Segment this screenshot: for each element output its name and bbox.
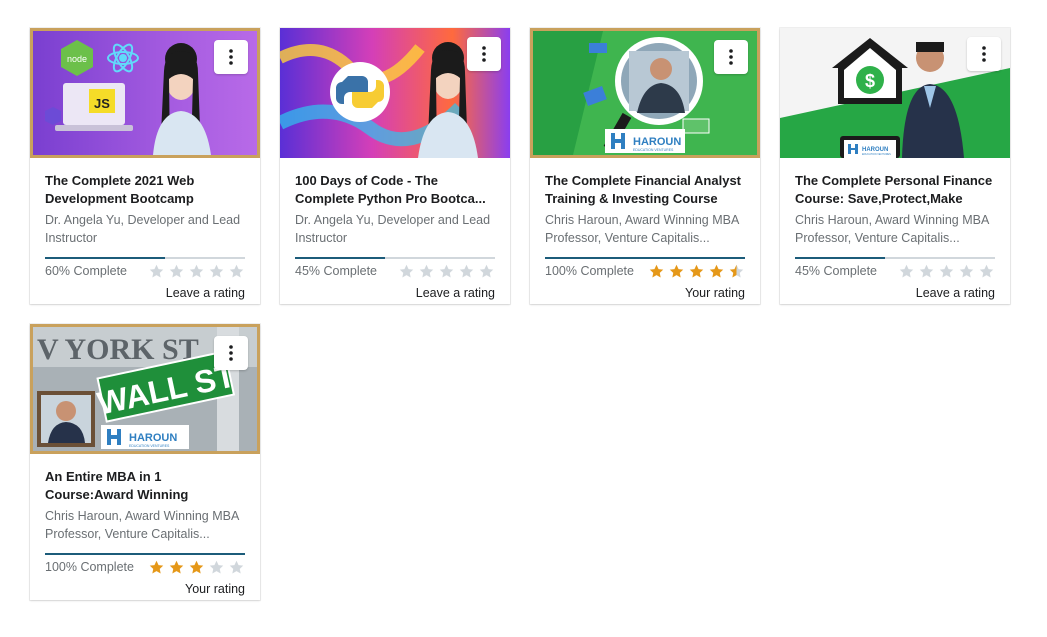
course-instructor: Dr. Angela Yu, Developer and Lead Instru… <box>45 213 241 245</box>
star-icon[interactable] <box>168 263 185 280</box>
progress-bar <box>295 257 495 259</box>
thumb-brand-subtext: EDUCATION VENTURES <box>129 444 170 448</box>
course-card[interactable]: 100 Days of Code - The Complete Python P… <box>280 28 510 304</box>
course-thumbnail[interactable]: $ HAROUN EDUCATION VENTURES <box>780 28 1010 158</box>
progress-bar-fill <box>45 257 165 259</box>
course-title[interactable]: The Complete Financial Analyst Training … <box>545 172 745 208</box>
more-options-button[interactable] <box>467 37 501 71</box>
star-icon[interactable] <box>228 263 245 280</box>
more-vertical-icon <box>729 49 733 65</box>
star-icon[interactable] <box>478 263 495 280</box>
progress-bar <box>795 257 995 259</box>
more-options-button[interactable] <box>967 37 1001 71</box>
star-icon[interactable] <box>188 263 205 280</box>
rating-link[interactable]: Your rating <box>545 286 745 300</box>
more-options-button[interactable] <box>214 336 248 370</box>
star-rating[interactable] <box>148 263 245 280</box>
more-options-button[interactable] <box>714 40 748 74</box>
star-rating[interactable] <box>148 559 245 576</box>
star-icon[interactable] <box>208 263 225 280</box>
star-icon[interactable] <box>208 559 225 576</box>
progress-label: 60% Complete <box>45 264 127 278</box>
thumb-background-street-text: V YORK ST <box>37 333 199 366</box>
star-icon[interactable] <box>688 263 705 280</box>
star-icon[interactable] <box>708 263 725 280</box>
star-icon[interactable] <box>648 263 665 280</box>
star-icon[interactable] <box>438 263 455 280</box>
more-vertical-icon <box>229 345 233 361</box>
progress-bar <box>45 257 245 259</box>
star-icon[interactable] <box>148 559 165 576</box>
progress-label: 100% Complete <box>45 560 134 574</box>
star-icon[interactable] <box>668 263 685 280</box>
star-rating[interactable] <box>398 263 495 280</box>
star-icon[interactable] <box>228 559 245 576</box>
node-badge-text: node <box>67 54 87 64</box>
progress-bar-fill <box>295 257 385 259</box>
star-icon[interactable] <box>458 263 475 280</box>
progress-label: 45% Complete <box>795 264 877 278</box>
rating-link[interactable]: Your rating <box>45 582 245 596</box>
star-icon[interactable] <box>938 263 955 280</box>
star-rating[interactable] <box>898 263 995 280</box>
star-icon[interactable] <box>168 559 185 576</box>
star-icon[interactable] <box>958 263 975 280</box>
course-card[interactable]: V YORK ST WALL ST HAROUN EDUCATION VENTU… <box>30 324 260 600</box>
course-card[interactable]: node JS The Complete 2021 Web Developmen… <box>30 28 260 304</box>
progress-bar-fill <box>45 553 245 555</box>
more-options-button[interactable] <box>214 40 248 74</box>
course-instructor: Chris Haroun, Award Winning MBA Professo… <box>545 213 739 245</box>
star-icon[interactable] <box>188 559 205 576</box>
star-icon[interactable] <box>148 263 165 280</box>
progress-label: 100% Complete <box>545 264 634 278</box>
more-vertical-icon <box>982 46 986 62</box>
course-instructor: Chris Haroun, Award Winning MBA Professo… <box>795 213 989 245</box>
progress-bar <box>545 257 745 259</box>
thumb-brand-text: HAROUN <box>633 136 681 148</box>
course-title[interactable]: The Complete 2021 Web Development Bootca… <box>45 172 245 208</box>
progress-label: 45% Complete <box>295 264 377 278</box>
star-icon[interactable] <box>898 263 915 280</box>
star-icon[interactable] <box>418 263 435 280</box>
rating-link[interactable]: Leave a rating <box>295 286 495 300</box>
progress-bar-fill <box>795 257 885 259</box>
course-card[interactable]: HAROUN EDUCATION VENTURES The Complete F… <box>530 28 760 304</box>
js-badge-text: JS <box>94 96 110 111</box>
course-card[interactable]: $ HAROUN EDUCATION VENTURES The Complete… <box>780 28 1010 304</box>
course-instructor: Dr. Angela Yu, Developer and Lead Instru… <box>295 213 491 245</box>
course-instructor: Chris Haroun, Award Winning MBA Professo… <box>45 509 239 541</box>
course-thumbnail[interactable] <box>280 28 510 158</box>
course-thumbnail[interactable]: V YORK ST WALL ST HAROUN EDUCATION VENTU… <box>30 324 260 454</box>
progress-bar-fill <box>545 257 745 259</box>
rating-link[interactable]: Leave a rating <box>795 286 995 300</box>
progress-bar <box>45 553 245 555</box>
star-rating[interactable] <box>648 263 745 280</box>
star-icon[interactable] <box>728 263 745 280</box>
course-title[interactable]: 100 Days of Code - The Complete Python P… <box>295 172 495 208</box>
more-vertical-icon <box>482 46 486 62</box>
dollar-sign: $ <box>865 71 875 91</box>
rating-link[interactable]: Leave a rating <box>45 286 245 300</box>
course-title[interactable]: An Entire MBA in 1 Course:Award Winning … <box>45 468 245 504</box>
course-title[interactable]: The Complete Personal Finance Course: Sa… <box>795 172 995 208</box>
star-icon[interactable] <box>398 263 415 280</box>
star-icon[interactable] <box>978 263 995 280</box>
thumb-brand-subtext: EDUCATION VENTURES <box>633 148 674 152</box>
more-vertical-icon <box>229 49 233 65</box>
course-thumbnail[interactable]: HAROUN EDUCATION VENTURES <box>530 28 760 158</box>
course-thumbnail[interactable]: node JS <box>30 28 260 158</box>
thumb-brand-text: HAROUN <box>129 432 177 444</box>
star-icon[interactable] <box>918 263 935 280</box>
thumb-brand-subtext: EDUCATION VENTURES <box>862 153 891 156</box>
